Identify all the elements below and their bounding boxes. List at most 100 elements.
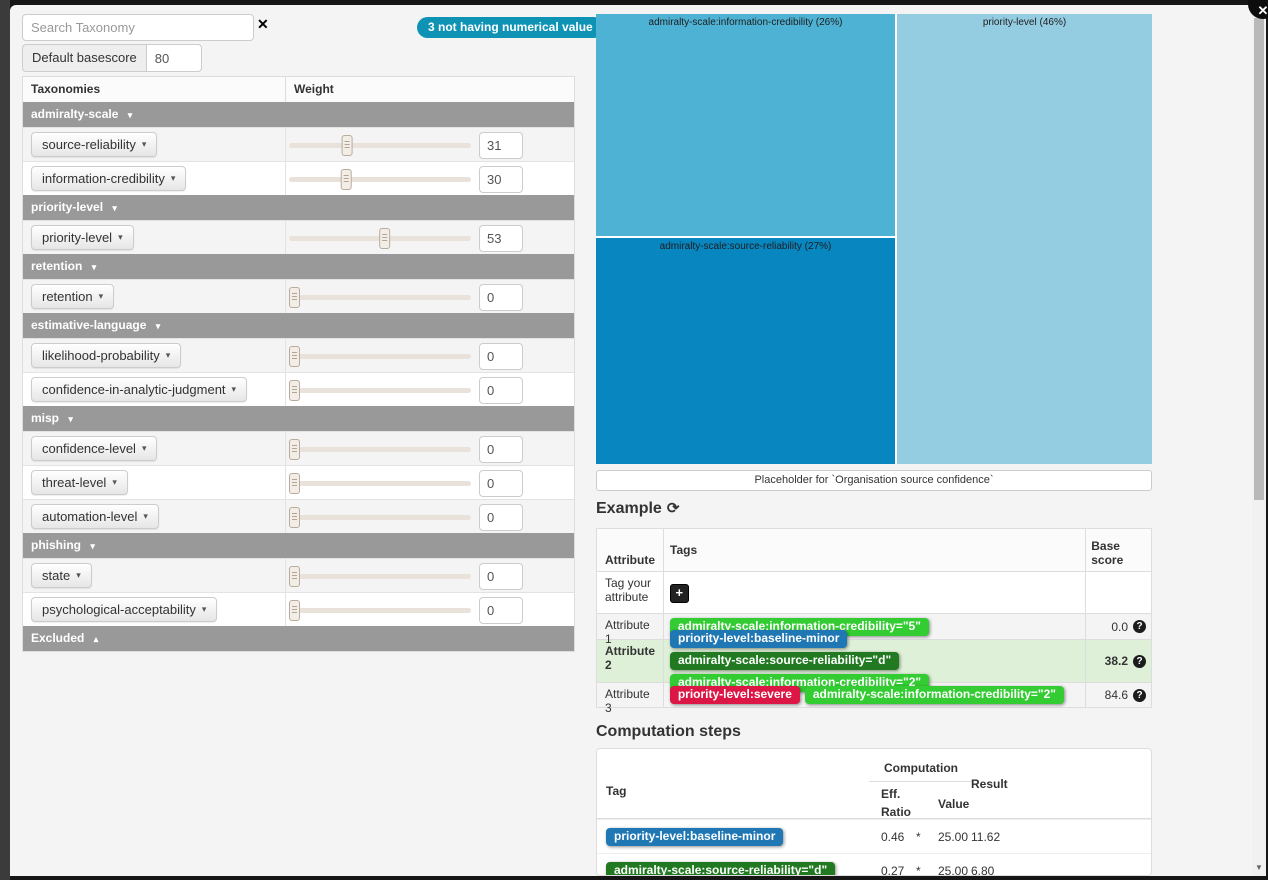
weight-input[interactable] xyxy=(479,284,523,311)
add-tag-button[interactable]: + xyxy=(670,584,689,603)
taxonomy-row: confidence-in-analytic-judgment▾ xyxy=(23,372,574,406)
chevron-down-icon: ▾ xyxy=(156,321,161,331)
chevron-down-icon: ▾ xyxy=(171,173,176,184)
weight-slider[interactable] xyxy=(289,295,471,300)
help-icon[interactable]: ? xyxy=(1133,689,1146,702)
computation-row: admiralty-scale:source-reliability="d" 0… xyxy=(597,853,1151,876)
state-dropdown[interactable]: state▾ xyxy=(31,563,92,588)
example-table: Attribute Tags Base score Tag your attri… xyxy=(596,528,1152,708)
slider-handle[interactable] xyxy=(342,135,353,156)
taxonomy-row: likelihood-probability▾ xyxy=(23,338,574,372)
taxonomy-row: retention▾ xyxy=(23,279,574,313)
example-title: Example⟳ xyxy=(596,499,679,518)
threat-level-dropdown[interactable]: threat-level▾ xyxy=(31,470,128,495)
help-icon[interactable]: ? xyxy=(1133,620,1146,633)
retention-dropdown[interactable]: retention▾ xyxy=(31,284,114,309)
clear-search-icon[interactable]: ✕ xyxy=(257,17,269,31)
weight-input[interactable] xyxy=(479,377,523,404)
treemap-cell-label: admiralty-scale:information-credibility … xyxy=(596,17,895,28)
weight-slider[interactable] xyxy=(289,236,471,241)
weight-treemap: admiralty-scale:information-credibility … xyxy=(596,14,1152,464)
information-credibility-dropdown[interactable]: information-credibility▾ xyxy=(31,166,186,191)
base-score-value: 84.6 xyxy=(1105,688,1128,702)
priority-level-dropdown[interactable]: priority-level▾ xyxy=(31,225,134,250)
tag-badge: admiralty-scale:source-reliability="d" xyxy=(670,652,899,670)
weight-input[interactable] xyxy=(479,132,523,159)
weight-slider[interactable] xyxy=(289,608,471,613)
psychological-acceptability-dropdown[interactable]: psychological-acceptability▾ xyxy=(31,597,217,622)
weight-input[interactable] xyxy=(479,470,523,497)
automation-level-dropdown[interactable]: automation-level▾ xyxy=(31,504,159,529)
confidence-level-dropdown[interactable]: confidence-level▾ xyxy=(31,436,157,461)
weight-slider[interactable] xyxy=(289,388,471,393)
confidence-in-analytic-judgment-dropdown[interactable]: confidence-in-analytic-judgment▾ xyxy=(31,377,247,402)
group-excluded[interactable]: Excluded ▴ xyxy=(23,626,574,651)
col-taxonomies: Taxonomies xyxy=(23,77,286,102)
col-value: Value xyxy=(938,797,969,811)
weight-input[interactable] xyxy=(479,225,523,252)
group-estimative-language[interactable]: estimative-language ▾ xyxy=(23,313,574,338)
scroll-down-icon[interactable]: ▼ xyxy=(1252,863,1266,872)
weight-input[interactable] xyxy=(479,343,523,370)
weight-slider[interactable] xyxy=(289,177,471,182)
taxonomy-row: priority-level▾ xyxy=(23,220,574,254)
col-weight: Weight xyxy=(286,77,342,102)
slider-handle[interactable] xyxy=(289,380,300,401)
weight-slider[interactable] xyxy=(289,481,471,486)
slider-handle[interactable] xyxy=(289,346,300,367)
background-page-edge xyxy=(0,0,10,880)
slider-handle[interactable] xyxy=(380,228,391,249)
group-phishing[interactable]: phishing ▾ xyxy=(23,533,574,558)
default-basescore-input[interactable] xyxy=(146,44,202,72)
table-row: Attribute 2 priority-level:baseline-mino… xyxy=(597,639,1151,682)
slider-handle[interactable] xyxy=(289,473,300,494)
col-base-score: Base score xyxy=(1086,529,1151,571)
computation-table: Tag Computation Eff. Ratio Value Result … xyxy=(596,748,1152,876)
weight-slider[interactable] xyxy=(289,354,471,359)
chevron-down-icon: ▾ xyxy=(166,350,171,361)
weight-slider[interactable] xyxy=(289,574,471,579)
base-score-value: 38.2 xyxy=(1105,654,1128,668)
chevron-down-icon: ▾ xyxy=(112,203,117,213)
group-retention[interactable]: retention ▾ xyxy=(23,254,574,279)
treemap-cell: admiralty-scale:information-credibility … xyxy=(596,14,895,236)
treemap-cell-label: admiralty-scale:source-reliability (27%) xyxy=(596,241,895,252)
slider-handle[interactable] xyxy=(289,600,300,621)
slider-handle[interactable] xyxy=(289,507,300,528)
search-input[interactable] xyxy=(22,14,254,41)
col-tags: Tags xyxy=(664,529,1086,571)
taxonomy-row: threat-level▾ xyxy=(23,465,574,499)
likelihood-probability-dropdown[interactable]: likelihood-probability▾ xyxy=(31,343,181,368)
weight-input[interactable] xyxy=(479,597,523,624)
chevron-up-icon: ▴ xyxy=(94,634,99,644)
treemap-cell: priority-level (46%) xyxy=(897,14,1152,464)
example-table-header: Attribute Tags Base score xyxy=(597,529,1151,571)
source-reliability-dropdown[interactable]: source-reliability▾ xyxy=(31,132,157,157)
slider-handle[interactable] xyxy=(289,439,300,460)
taxonomy-row: state▾ xyxy=(23,558,574,592)
refresh-icon[interactable]: ⟳ xyxy=(667,500,680,517)
group-misp[interactable]: misp ▾ xyxy=(23,406,574,431)
weight-input[interactable] xyxy=(479,563,523,590)
basescore-config-modal: ✕ 3 not having numerical value Default b… xyxy=(10,5,1266,876)
slider-handle[interactable] xyxy=(340,169,351,190)
slider-handle[interactable] xyxy=(289,287,300,308)
help-icon[interactable]: ? xyxy=(1133,655,1146,668)
weight-slider[interactable] xyxy=(289,447,471,452)
weight-slider[interactable] xyxy=(289,143,471,148)
weight-input[interactable] xyxy=(479,166,523,193)
chevron-down-icon: ▾ xyxy=(143,511,148,522)
group-priority-level[interactable]: priority-level ▾ xyxy=(23,195,574,220)
weight-slider[interactable] xyxy=(289,515,471,520)
col-attribute: Attribute xyxy=(597,529,664,571)
vertical-scrollbar[interactable]: ▲ ▼ xyxy=(1252,5,1266,876)
chevron-down-icon: ▾ xyxy=(142,139,147,150)
base-score-value: 0.0 xyxy=(1111,620,1128,634)
header-divider xyxy=(869,781,973,782)
scrollbar-thumb[interactable] xyxy=(1254,18,1264,500)
slider-handle[interactable] xyxy=(289,566,300,587)
weight-input[interactable] xyxy=(479,436,523,463)
tag-badge: admiralty-scale:source-reliability="d" xyxy=(606,862,835,876)
group-admiralty-scale[interactable]: admiralty-scale ▾ xyxy=(23,102,574,127)
weight-input[interactable] xyxy=(479,504,523,531)
